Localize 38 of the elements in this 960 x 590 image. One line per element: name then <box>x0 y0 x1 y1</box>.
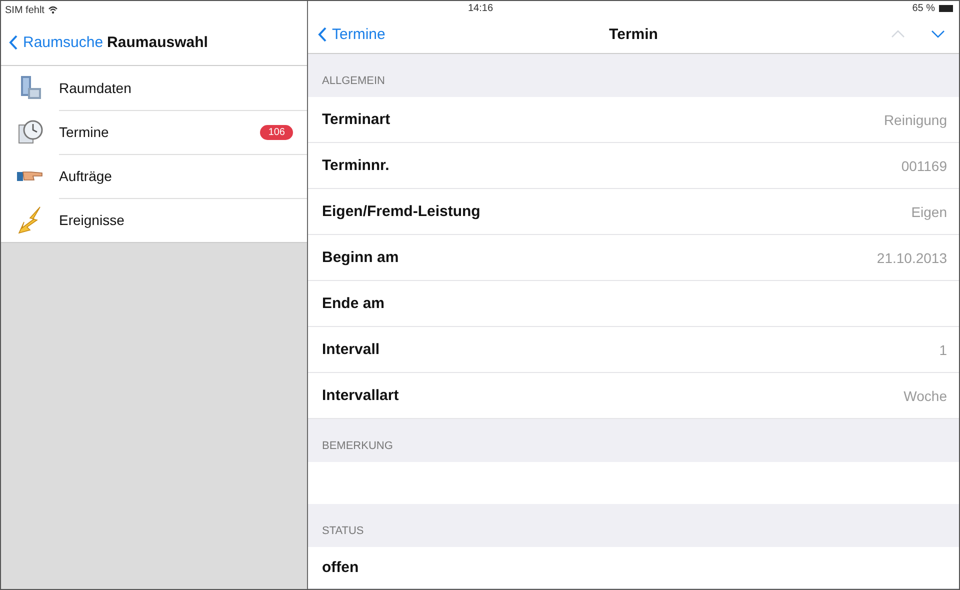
section-header: BEMERKUNG <box>322 440 393 452</box>
back-button[interactable]: Raumsuche <box>9 34 104 50</box>
carrier-text: SIM fehlt <box>5 4 44 16</box>
section-header: ALLGEMEIN <box>322 75 385 87</box>
field-value: 001169 <box>901 158 947 174</box>
field-value: Woche <box>904 388 947 404</box>
field-label: Terminart <box>322 111 390 128</box>
lightning-bolt-icon <box>18 206 42 234</box>
sidebar-item[interactable]: Termine 106 <box>1 110 307 154</box>
field-label: Intervallart <box>322 387 399 404</box>
battery-percent: 65 % <box>912 2 935 14</box>
field-label: Eigen/Fremd-Leistung <box>322 203 480 220</box>
status-value: offen <box>322 559 359 576</box>
pointing-hand-icon <box>16 169 44 183</box>
wifi-icon <box>48 6 58 14</box>
back-chevron-icon <box>9 34 18 50</box>
field-value: 21.10.2013 <box>876 250 947 266</box>
sidebar-item[interactable]: Aufträge <box>1 154 307 198</box>
field-value: 1 <box>939 342 947 358</box>
field-label: Beginn am <box>322 249 399 266</box>
sidebar-title: Raumauswahl <box>107 34 208 50</box>
building-icon <box>18 75 42 101</box>
section-header: STATUS <box>322 525 364 537</box>
sidebar-item[interactable]: Raumdaten <box>1 66 307 110</box>
clock-time: 14:16 <box>468 2 494 14</box>
field-label: Terminnr. <box>322 157 390 174</box>
back-button[interactable]: Termine <box>318 26 386 43</box>
note-field[interactable] <box>308 462 959 504</box>
clock-icon <box>17 119 43 145</box>
count-badge: 106 <box>260 124 293 140</box>
field-label: Ende am <box>322 295 385 312</box>
field-value: Reinigung <box>884 112 947 128</box>
page-title: Termin <box>609 26 658 43</box>
back-chevron-icon <box>318 26 327 42</box>
field-label: Intervall <box>322 341 380 358</box>
battery-icon <box>939 4 953 12</box>
sidebar-item[interactable]: Ereignisse <box>1 198 307 242</box>
field-value: Eigen <box>911 204 947 220</box>
